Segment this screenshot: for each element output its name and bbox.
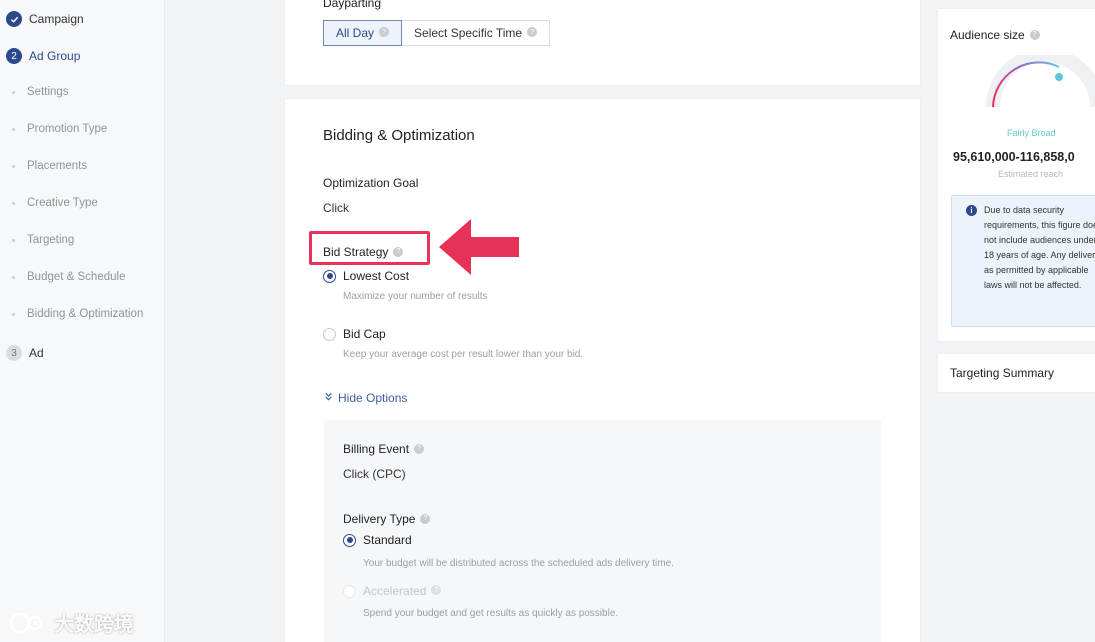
lowest-cost-label: Lowest Cost <box>343 269 410 283</box>
substep-budget-schedule[interactable]: Budget & Schedule <box>12 269 125 285</box>
hide-options-link[interactable]: Hide Options <box>324 391 407 405</box>
watermark: 大数跨境 <box>8 608 134 637</box>
delivery-type-text: Delivery Type <box>343 512 416 526</box>
substep-label: Promotion Type <box>27 123 108 135</box>
bid-cap-label: Bid Cap <box>343 327 386 341</box>
step-sidebar: Campaign 2 Ad Group Settings Promotion T… <box>0 0 165 642</box>
step-ad[interactable]: 3 Ad <box>6 344 44 362</box>
dayparting-label: Dayparting <box>323 0 382 10</box>
notice-text: Due to data security requirements, this … <box>984 205 1095 290</box>
optimization-goal-label: Optimization Goal <box>323 176 419 190</box>
billing-event-label: Billing Event? <box>343 442 425 456</box>
substep-targeting[interactable]: Targeting <box>12 232 74 248</box>
substep-settings[interactable]: Settings <box>12 84 69 100</box>
step-ad-group[interactable]: 2 Ad Group <box>6 47 80 65</box>
accelerated-label: Accelerated <box>363 584 427 598</box>
radio-checked-icon[interactable] <box>343 533 356 547</box>
substep-promotion-type[interactable]: Promotion Type <box>12 121 107 137</box>
info-icon: i <box>966 205 977 216</box>
audience-size-title: Audience size? <box>950 28 1040 42</box>
standard-label: Standard <box>363 533 412 547</box>
lowest-cost-description: Maximize your number of results <box>343 291 488 302</box>
accelerated-description: Spend your budget and get results as qui… <box>363 608 619 619</box>
accelerated-delivery-option[interactable]: Accelerated ? <box>343 584 442 598</box>
audience-gauge <box>986 55 1095 108</box>
radio-disabled-icon[interactable] <box>343 584 356 598</box>
substep-bidding-optimization[interactable]: Bidding & Optimization <box>12 306 143 322</box>
audience-size-text: Audience size <box>950 28 1025 42</box>
help-icon[interactable]: ? <box>1029 29 1040 40</box>
optimization-goal-value: Click <box>323 201 349 215</box>
step-number: 2 <box>6 48 22 64</box>
step-label: Campaign <box>29 12 84 26</box>
step-label: Ad <box>29 346 44 360</box>
select-specific-time-button[interactable]: Select Specific Time ? <box>402 20 551 46</box>
delivery-type-label: Delivery Type? <box>343 512 431 526</box>
audience-breadth-label: Fairly Broad <box>1007 128 1056 138</box>
check-icon <box>6 11 22 27</box>
help-icon[interactable]: ? <box>527 27 538 37</box>
all-day-label: All Day <box>336 26 375 40</box>
substep-creative-type[interactable]: Creative Type <box>12 195 98 211</box>
hide-options-label: Hide Options <box>338 391 408 405</box>
select-specific-time-label: Select Specific Time <box>414 26 523 40</box>
lowest-cost-option[interactable]: Lowest Cost <box>323 269 409 283</box>
radio-unchecked-icon[interactable] <box>323 327 336 341</box>
red-arrow-icon <box>439 219 519 275</box>
help-icon[interactable]: ? <box>379 27 390 37</box>
bid-cap-option[interactable]: Bid Cap <box>323 327 386 341</box>
substep-label: Settings <box>27 86 69 98</box>
watermark-text: 大数跨境 <box>54 614 134 636</box>
standard-delivery-option[interactable]: Standard <box>343 533 412 547</box>
targeting-summary-title: Targeting Summary <box>950 366 1055 380</box>
all-day-button[interactable]: All Day ? <box>323 20 403 46</box>
help-icon[interactable]: ? <box>414 443 425 454</box>
standard-description: Your budget will be distributed across t… <box>363 558 674 569</box>
highlight-box <box>309 231 430 265</box>
substep-label: Budget & Schedule <box>27 271 126 283</box>
gauge-indicator <box>1055 73 1063 81</box>
substep-label: Creative Type <box>27 197 98 209</box>
watermark-logo-icon <box>9 612 43 633</box>
billing-event-value: Click (CPC) <box>343 467 406 481</box>
step-number: 3 <box>6 345 22 361</box>
dayparting-toggle: All Day ? Select Specific Time ? <box>323 20 551 46</box>
step-label: Ad Group <box>29 49 81 63</box>
bid-cap-description: Keep your average cost per result lower … <box>343 349 584 360</box>
double-chevron-down-icon <box>324 392 333 404</box>
substep-label: Targeting <box>27 234 75 246</box>
estimated-reach-caption: Estimated reach <box>998 169 1064 179</box>
estimated-reach-value: 95,610,000-116,858,0 <box>953 150 1075 164</box>
substep-placements[interactable]: Placements <box>12 158 87 174</box>
substep-label: Bidding & Optimization <box>27 308 144 320</box>
bidding-section-title: Bidding & Optimization <box>323 127 475 144</box>
billing-event-text: Billing Event <box>343 442 410 456</box>
data-security-notice: i Due to data security requirements, thi… <box>951 195 1095 327</box>
substep-label: Placements <box>27 160 88 172</box>
step-campaign[interactable]: Campaign <box>6 10 84 28</box>
help-icon[interactable]: ? <box>431 585 442 595</box>
radio-checked-icon[interactable] <box>323 269 336 283</box>
help-icon[interactable]: ? <box>420 513 431 524</box>
